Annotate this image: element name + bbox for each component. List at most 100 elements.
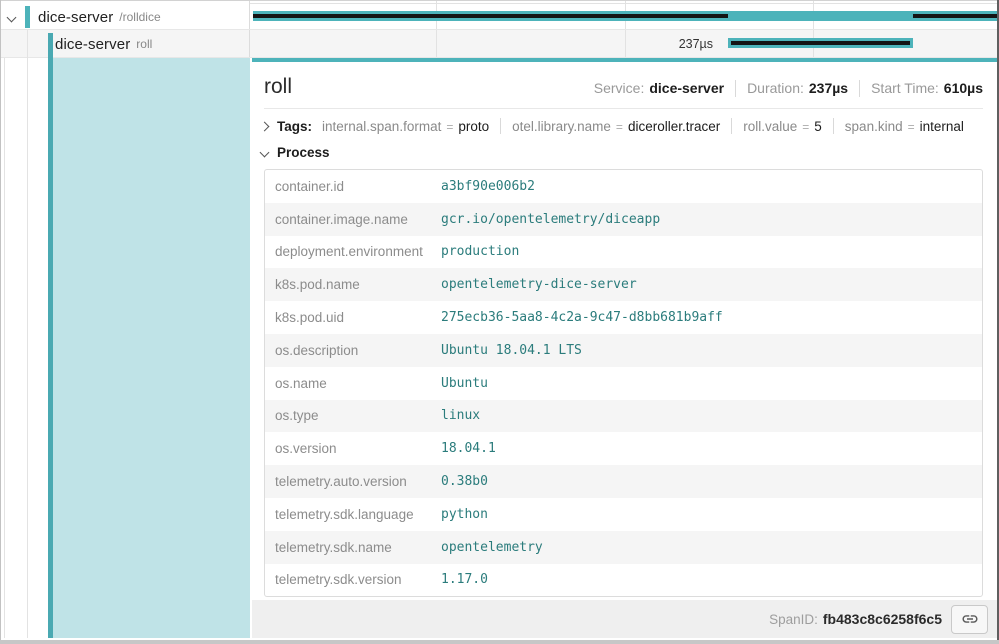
span-detail-header: roll Service: dice-server Duration: 237µ… [252,62,997,99]
kv-key: os.type [265,400,441,433]
process-section-label: Process [277,145,330,160]
table-row: os.typelinux [265,400,982,433]
kv-key: telemetry.sdk.name [265,531,441,564]
kv-value: linux [441,400,982,433]
tag-equals: = [616,120,623,134]
table-row: telemetry.auto.version0.38b0 [265,465,982,498]
window-border [0,0,1,644]
tag-item: otel.library.name = diceroller.tracer [512,119,720,134]
span-service-name: dice-server [55,36,130,53]
span-bar-stripe [253,14,728,18]
tag-item: roll.value = 5 [743,119,822,134]
process-accordion[interactable]: Process [252,138,997,166]
window-border [0,640,999,644]
link-icon [961,610,979,628]
table-row: os.nameUbuntu [265,367,982,400]
span-operation-name: roll [136,37,152,51]
table-row: container.ida3bf90e006b2 [265,170,982,203]
kv-key: k8s.pod.name [265,268,441,301]
tag-item: internal.span.format = proto [322,119,489,134]
selected-span-accent-block [53,58,250,638]
indent-guide [27,30,28,638]
tag-value: proto [458,119,489,134]
grid-line [250,3,997,4]
tag-key: roll.value [743,119,797,134]
span-detail-title: roll [264,75,292,99]
duration-value: 237µs [809,80,848,96]
kv-value: 0.38b0 [441,465,982,498]
span-row-rolldice[interactable]: dice-server /rolldice [8,4,161,30]
tag-equals: = [802,120,809,134]
tag-value: diceroller.tracer [628,119,720,134]
span-id-value: fb483c8c6258f6c5 [823,611,942,627]
tag-key: span.kind [845,119,903,134]
tags-section-label: Tags: [277,119,312,134]
chevron-right-icon[interactable] [260,121,270,131]
process-key-value-table: container.ida3bf90e006b2 container.image… [264,169,983,597]
kv-key: os.description [265,334,441,367]
kv-key: container.id [265,170,441,203]
table-row: os.descriptionUbuntu 18.04.1 LTS [265,334,982,367]
tag-item: span.kind = internal [845,119,964,134]
copy-link-button[interactable] [951,605,988,634]
span-color-bar [25,6,30,28]
tag-divider [833,118,834,134]
span-service-name: dice-server [38,9,113,26]
kv-value: opentelemetry [441,531,982,564]
tag-equals: = [908,120,915,134]
table-row: telemetry.sdk.version1.17.0 [265,564,982,597]
span-meta: Service: dice-server Duration: 237µs Sta… [594,80,983,97]
tag-key: otel.library.name [512,119,611,134]
start-time-value: 610µs [944,80,983,96]
span-detail-footer: SpanID: fb483c8c6258f6c5 [252,600,997,638]
kv-key: k8s.pod.uid [265,301,441,334]
tag-key: internal.span.format [322,119,441,134]
kv-key: telemetry.sdk.language [265,498,441,531]
tag-value: 5 [814,119,822,134]
kv-key: deployment.environment [265,236,441,269]
kv-value: python [441,498,982,531]
tag-equals: = [446,120,453,134]
table-row: telemetry.sdk.nameopentelemetry [265,531,982,564]
indent-guide [4,58,5,638]
tag-value: internal [920,119,964,134]
jaeger-trace-detail-view: dice-server /rolldice dice-server roll 2… [0,0,999,644]
kv-value: a3bf90e006b2 [441,170,982,203]
span-detail-panel: roll Service: dice-server Duration: 237µ… [252,58,997,638]
duration-label: Duration: [747,80,804,96]
kv-key: telemetry.sdk.version [265,564,441,597]
start-time-label: Start Time: [871,80,939,96]
kv-value: Ubuntu [441,367,982,400]
kv-value: 275ecb36-5aa8-4c2a-9c47-d8bb681b9aff [441,301,982,334]
span-bar-stripe [913,14,997,18]
span-bar-roll[interactable] [728,38,913,48]
table-row: os.version18.04.1 [265,432,982,465]
table-row: deployment.environmentproduction [265,236,982,269]
chevron-down-icon[interactable] [260,148,270,158]
kv-value: production [441,236,982,269]
span-duration-label: 237µs [600,37,713,51]
table-row: telemetry.sdk.languagepython [265,498,982,531]
kv-key: os.name [265,367,441,400]
tag-divider [731,118,732,134]
kv-key: telemetry.auto.version [265,465,441,498]
span-row-roll[interactable]: dice-server roll [55,32,152,56]
tags-accordion[interactable]: Tags: internal.span.format = proto otel.… [252,109,997,138]
kv-key: os.version [265,432,441,465]
table-row: k8s.pod.uid275ecb36-5aa8-4c2a-9c47-d8bb6… [265,301,982,334]
kv-value: opentelemetry-dice-server [441,268,982,301]
span-id-label: SpanID: [769,612,818,627]
meta-divider [735,80,736,97]
span-bar-rolldice[interactable] [253,11,997,21]
chevron-down-icon[interactable] [7,12,17,22]
service-label: Service: [594,80,645,96]
table-row: container.image.namegcr.io/opentelemetry… [265,203,982,236]
kv-value: gcr.io/opentelemetry/diceapp [441,203,982,236]
kv-value: 18.04.1 [441,432,982,465]
span-operation-name: /rolldice [119,10,160,24]
table-row: k8s.pod.nameopentelemetry-dice-server [265,268,982,301]
tag-divider [500,118,501,134]
service-value: dice-server [649,80,724,96]
span-bar-stripe [731,41,910,45]
kv-key: container.image.name [265,203,441,236]
